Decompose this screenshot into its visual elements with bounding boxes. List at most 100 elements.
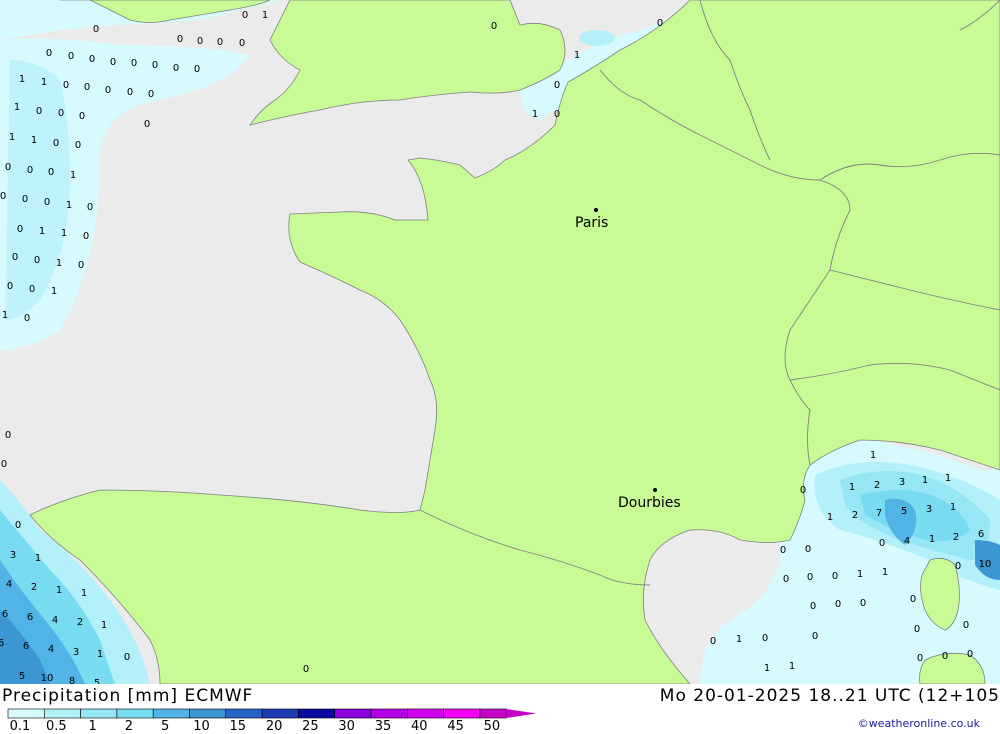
precip-value: 1 — [870, 450, 876, 461]
legend-arrow — [506, 709, 537, 718]
precip-value: 0 — [914, 624, 920, 635]
precip-value: 0 — [7, 281, 13, 292]
credit-link[interactable]: ©weatheronline.co.uk — [858, 717, 980, 730]
precip-value: 0 — [710, 636, 716, 647]
precip-value: 1 — [97, 649, 103, 660]
precip-value: 0 — [860, 598, 866, 609]
precip-value: 1 — [929, 534, 935, 545]
precip-value: 1 — [764, 663, 770, 674]
precip-value: 0 — [5, 430, 11, 441]
precip-value: 1 — [574, 50, 580, 61]
precip-value: 0 — [93, 24, 99, 35]
precip-value: 1 — [950, 502, 956, 513]
legend-tick: 15 — [229, 719, 247, 734]
precip-value: 2 — [874, 480, 880, 491]
legend-swatch — [43, 708, 81, 719]
legend-swatch — [261, 708, 299, 719]
legend-swatch — [116, 708, 154, 719]
precip-value: 0 — [105, 85, 111, 96]
precip-value: 0 — [780, 545, 786, 556]
precip-value: 0 — [89, 54, 95, 65]
precip-value: 0 — [58, 108, 64, 119]
precip-value: 0 — [83, 231, 89, 242]
precip-value: 0 — [967, 649, 973, 660]
precip-value: 1 — [19, 74, 25, 85]
precip-value: 0 — [124, 652, 130, 663]
precip-value: 1 — [945, 473, 951, 484]
precip-value: 0 — [110, 57, 116, 68]
precip-value: 10 — [979, 559, 992, 570]
legend-swatch — [80, 708, 118, 719]
precip-value: 0 — [910, 594, 916, 605]
precip-value: 4 — [52, 615, 58, 626]
precip-value: 0 — [0, 191, 6, 202]
precip-value: 0 — [12, 252, 18, 263]
legend-swatch — [443, 708, 481, 719]
precip-value: 0 — [84, 82, 90, 93]
map-footer: Precipitation [mm] ECMWF Mo 20-01-2025 1… — [0, 684, 1000, 734]
precip-value: 0 — [491, 21, 497, 32]
legend-tick: 35 — [374, 719, 392, 734]
precip-value: 0 — [762, 633, 768, 644]
precip-value: 4 — [48, 644, 54, 655]
legend-tick: 40 — [411, 719, 428, 734]
precip-value: 0 — [194, 64, 200, 75]
precip-value: 0 — [835, 599, 841, 610]
precip-value: 0 — [832, 571, 838, 582]
precip-value: 1 — [857, 569, 863, 580]
legend-tick: 25 — [302, 719, 319, 734]
legend-swatch — [189, 708, 227, 719]
precip-value: 4 — [6, 579, 12, 590]
precip-value: 1 — [736, 634, 742, 645]
precip-value: 0 — [36, 106, 42, 117]
precip-value: 8 — [69, 676, 75, 684]
precip-value: 0 — [34, 255, 40, 266]
precip-value: 0 — [807, 572, 813, 583]
legend-swatch — [370, 708, 408, 719]
precip-value: 0 — [78, 260, 84, 271]
city-marker — [653, 488, 657, 492]
precip-value: 0 — [554, 109, 560, 120]
precip-value: 1 — [101, 620, 107, 631]
precip-value: 0 — [27, 165, 33, 176]
precip-value: 1 — [789, 661, 795, 672]
precip-value: 0 — [44, 197, 50, 208]
precip-value: 1 — [31, 135, 37, 146]
legend-swatch — [334, 708, 372, 719]
precip-value: 0 — [53, 138, 59, 149]
legend-tick: 0.5 — [45, 719, 67, 734]
precip-value: 0 — [810, 601, 816, 612]
product-name: Precipitation [mm] — [2, 686, 179, 706]
precip-value: 1 — [9, 132, 15, 143]
precip-value: 6 — [2, 609, 8, 620]
precip-value: 0 — [963, 620, 969, 631]
precip-value: 0 — [127, 87, 133, 98]
map-title: Precipitation [mm] ECMWF — [2, 686, 253, 706]
precip-value: 6 — [978, 529, 984, 540]
precip-value: 2 — [77, 617, 83, 628]
precip-value: 1 — [35, 553, 41, 564]
precip-value: 1 — [39, 226, 45, 237]
precip-value: 1 — [70, 170, 76, 181]
precip-value: 0 — [239, 38, 245, 49]
precip-value: 1 — [61, 228, 67, 239]
precip-value: 7 — [876, 508, 882, 519]
precip-value: 0 — [805, 544, 811, 555]
precip-value: 10 — [41, 673, 54, 684]
precip-value: 0 — [22, 194, 28, 205]
legend-tick: 1 — [88, 719, 97, 734]
precip-value: 0 — [177, 34, 183, 45]
legend-tick: 10 — [193, 719, 210, 734]
precip-value: 6 — [0, 638, 4, 649]
precipitation-map: 0 10 0 00 0 0 00 0 0 0 0 0 0 011 1 0 0 0 0 001 0 0 0 1 001 1 0 00 0 0… — [0, 0, 1000, 684]
precip-value: 0 — [554, 80, 560, 91]
precip-value: 1 — [81, 588, 87, 599]
precip-value: 4 — [904, 536, 910, 547]
legend-swatch — [225, 708, 263, 719]
city-marker — [594, 208, 598, 212]
legend-tick: 20 — [265, 719, 283, 734]
precip-value: 0 — [173, 63, 179, 74]
precip-value: 5 — [19, 671, 25, 682]
legend-tick: 2 — [124, 719, 134, 734]
precip-value: 0 — [63, 80, 69, 91]
